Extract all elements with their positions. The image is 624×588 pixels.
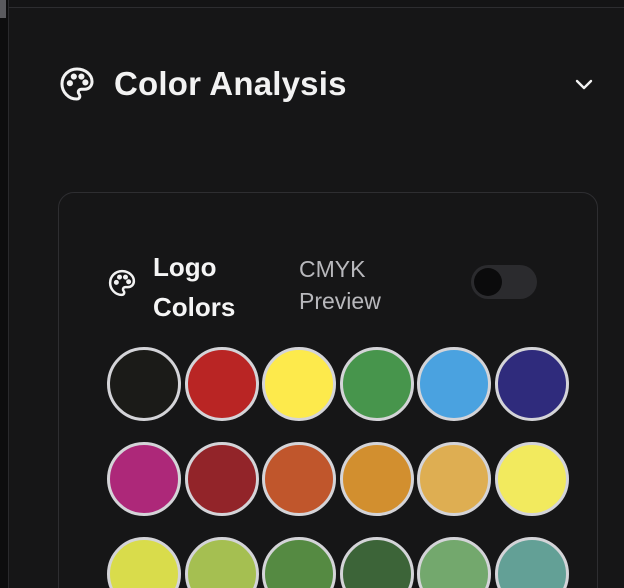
top-divider (9, 0, 624, 8)
toggle-knob (474, 268, 502, 296)
color-swatch[interactable] (339, 442, 414, 516)
palette-icon (58, 65, 96, 103)
palette-icon (107, 268, 137, 298)
logo-colors-header: Logo Colors CMYK Preview (107, 247, 543, 323)
scrollbar-thumb[interactable] (0, 0, 6, 18)
color-swatch[interactable] (262, 442, 336, 516)
chevron-down-icon[interactable] (570, 70, 598, 98)
color-swatch[interactable] (417, 537, 491, 588)
color-swatch[interactable] (184, 537, 259, 588)
color-swatch[interactable] (494, 347, 569, 421)
color-swatch[interactable] (494, 537, 569, 588)
color-swatch[interactable] (262, 347, 336, 421)
color-swatch[interactable] (417, 347, 491, 421)
logo-colors-title: Logo Colors (153, 252, 236, 322)
color-swatch[interactable] (107, 347, 181, 421)
color-swatch[interactable] (339, 347, 414, 421)
section-title: Color Analysis (114, 65, 347, 102)
page: Color Analysis Logo Colors CMYK Preview (0, 0, 624, 588)
color-swatch[interactable] (184, 442, 259, 516)
cmyk-preview-toggle[interactable] (471, 265, 537, 299)
color-swatch[interactable] (417, 442, 491, 516)
cmyk-preview-label: CMYK Preview (299, 256, 381, 314)
color-swatch[interactable] (339, 537, 414, 588)
logo-colors-card: Logo Colors CMYK Preview (58, 192, 598, 588)
color-swatch[interactable] (184, 347, 259, 421)
color-swatch[interactable] (262, 537, 336, 588)
left-scrollbar[interactable] (0, 0, 9, 588)
color-swatch[interactable] (107, 537, 181, 588)
color-analysis-header[interactable]: Color Analysis (58, 62, 598, 106)
color-swatch[interactable] (494, 442, 569, 516)
color-swatch[interactable] (107, 442, 181, 516)
